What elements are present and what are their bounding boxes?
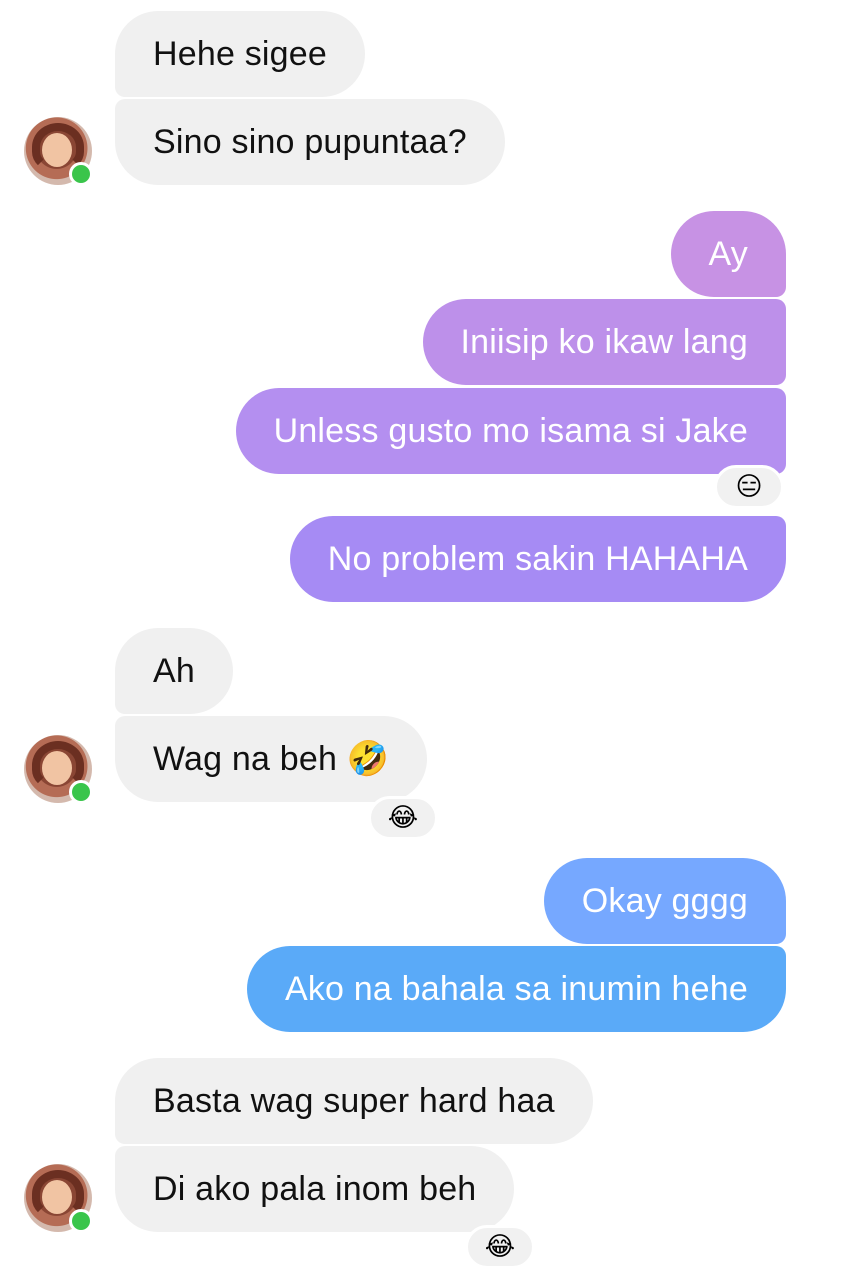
online-dot-icon [69, 780, 93, 804]
contact-avatar[interactable] [24, 117, 93, 186]
avatar-face [42, 751, 72, 785]
online-dot-icon [69, 1209, 93, 1233]
message-bubble-incoming[interactable]: Di ako pala inom beh [115, 1146, 515, 1232]
message-bubble-outgoing[interactable]: Iniisip ko ikaw lang [422, 299, 786, 385]
message-text: Wag na beh 🤣 [153, 740, 390, 778]
message-bubble-outgoing[interactable]: Unless gusto mo isama si Jake [235, 388, 786, 474]
reaction-badge[interactable]: 😂 [368, 796, 438, 840]
contact-avatar[interactable] [24, 735, 93, 804]
message-bubble-outgoing[interactable]: Ay [670, 211, 786, 297]
message-bubble-outgoing[interactable]: No problem sakin HAHAHA [289, 516, 786, 602]
message-bubble-incoming[interactable]: Ah [115, 628, 233, 714]
message-bubble-incoming[interactable]: Basta wag super hard haa [115, 1058, 593, 1144]
online-dot-icon [69, 162, 93, 186]
message-bubble-incoming[interactable]: Sino sino pupuntaa? [115, 99, 505, 185]
contact-avatar[interactable] [24, 1164, 93, 1233]
avatar-face [42, 1180, 72, 1214]
expressionless-face-icon: 😑 [735, 472, 763, 502]
message-bubble-incoming[interactable]: Wag na beh 🤣 [115, 716, 428, 802]
laughing-tears-icon: 😂 [484, 1232, 516, 1262]
message-bubble-outgoing[interactable]: Okay gggg [543, 858, 786, 944]
avatar-face [42, 133, 72, 167]
reaction-badge[interactable]: 😑 [714, 465, 784, 509]
reaction-badge[interactable]: 😂 [465, 1225, 535, 1269]
message-bubble-outgoing[interactable]: Ako na bahala sa inumin hehe [246, 946, 786, 1032]
laughing-tears-icon: 😂 [387, 803, 419, 833]
message-bubble-incoming[interactable]: Hehe sigee [115, 11, 366, 97]
